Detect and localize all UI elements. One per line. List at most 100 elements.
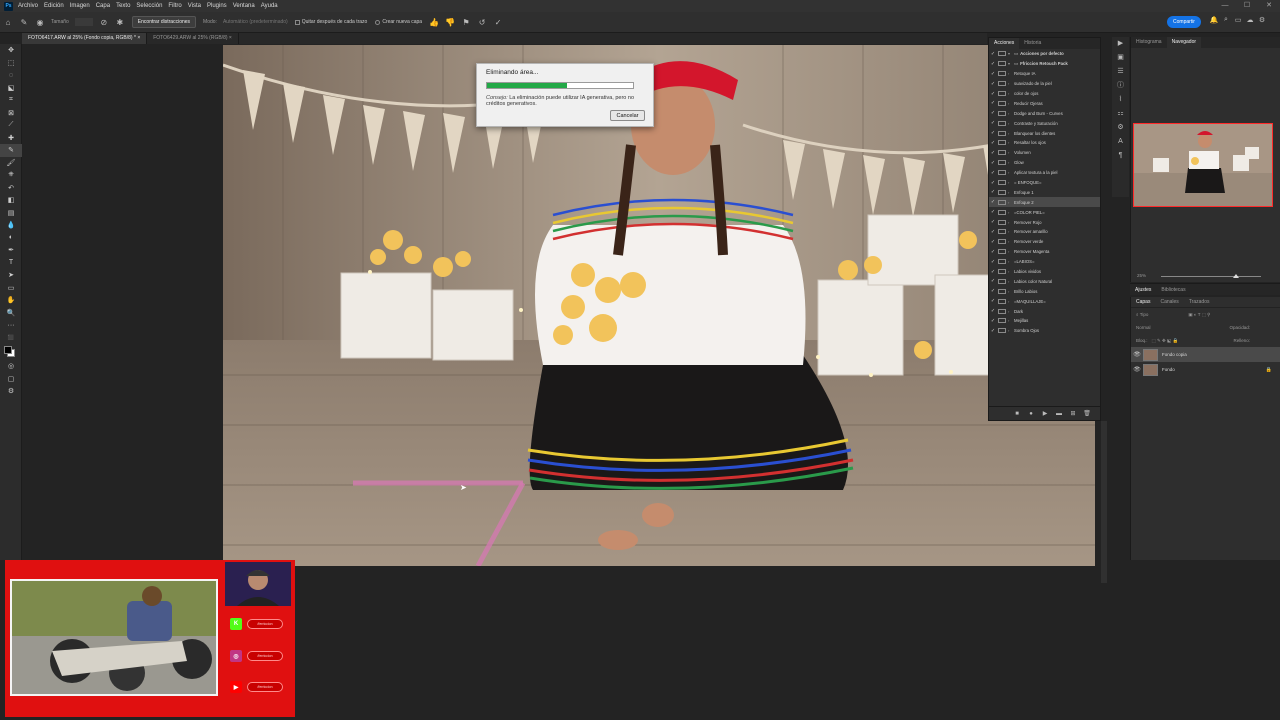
lock-icons[interactable]: ⬚ ✎ ✥ ⬕ 🔒: [1152, 338, 1179, 344]
navigator-view-frame[interactable]: [1133, 123, 1273, 207]
toggle-check-icon[interactable]: ✓: [989, 219, 997, 225]
dialog-toggle-icon[interactable]: [998, 259, 1006, 265]
flag-icon[interactable]: ⚑: [461, 17, 471, 27]
action-row[interactable]: ✓ › Remover verde: [989, 237, 1100, 247]
action-row[interactable]: ✓ › suavizado de la piel: [989, 79, 1100, 89]
social-link[interactable]: ▶ /ferriccion: [230, 679, 288, 695]
new-set-icon[interactable]: ▬: [1052, 411, 1066, 417]
action-set-row[interactable]: ✓ ▾ ▭ Ffriccion Retouch Pack: [989, 59, 1100, 69]
play-icon[interactable]: ▶: [1038, 410, 1052, 417]
tab-close-icon[interactable]: ×: [137, 35, 140, 41]
dialog-toggle-icon[interactable]: [998, 150, 1006, 156]
action-row[interactable]: ✓ › Contraste y Saturación: [989, 118, 1100, 128]
dialog-toggle-icon[interactable]: [998, 269, 1006, 275]
actions-panel-icon[interactable]: ▶: [1112, 37, 1129, 51]
dialog-toggle-icon[interactable]: [998, 120, 1006, 126]
menu-vista[interactable]: Vista: [188, 3, 201, 9]
screen-mode-icon[interactable]: ▢: [0, 373, 22, 386]
dialog-toggle-icon[interactable]: [998, 140, 1006, 146]
blur-tool-icon[interactable]: 💧: [0, 219, 22, 232]
toggle-check-icon[interactable]: ✓: [989, 328, 997, 334]
shape-tool-icon[interactable]: ▭: [0, 282, 22, 295]
minimize-icon[interactable]: —: [1214, 0, 1236, 12]
toggle-check-icon[interactable]: ✓: [989, 150, 997, 156]
sample-all-layers-icon[interactable]: ✱: [115, 17, 125, 27]
document-tab[interactable]: FOTO6429.ARW al 25% (RGB/8) ×: [147, 33, 239, 44]
toggle-check-icon[interactable]: ✓: [989, 61, 997, 67]
action-row[interactable]: ✓ › =LABIOS=: [989, 257, 1100, 267]
toggle-check-icon[interactable]: ✓: [989, 140, 997, 146]
brush-angle-icon[interactable]: ⊘: [99, 17, 109, 27]
menu-texto[interactable]: Texto: [116, 3, 130, 9]
menu-ventana[interactable]: Ventana: [233, 3, 255, 9]
dialog-toggle-icon[interactable]: [998, 81, 1006, 87]
social-link[interactable]: K/ferriccion: [230, 616, 288, 632]
navigator-zoom-slider[interactable]: [1161, 274, 1261, 278]
frame-tool-icon[interactable]: ⊠: [0, 107, 22, 120]
default-colors-icon[interactable]: ⬛: [0, 332, 22, 345]
toggle-check-icon[interactable]: ✓: [989, 51, 997, 57]
toggle-check-icon[interactable]: ✓: [989, 209, 997, 215]
action-row[interactable]: ✓ › =MAQUILLAJE=: [989, 296, 1100, 306]
toggle-check-icon[interactable]: ✓: [989, 110, 997, 116]
action-row[interactable]: ✓ › Brillo Labios: [989, 286, 1100, 296]
toggle-check-icon[interactable]: ✓: [989, 160, 997, 166]
dialog-toggle-icon[interactable]: [998, 239, 1006, 245]
dialog-toggle-icon[interactable]: [998, 308, 1006, 314]
dialog-toggle-icon[interactable]: [998, 249, 1006, 255]
move-tool-icon[interactable]: ✥: [0, 44, 22, 57]
dialog-toggle-icon[interactable]: [998, 130, 1006, 136]
dialog-toggle-icon[interactable]: [998, 91, 1006, 96]
menu-archivo[interactable]: Archivo: [18, 3, 38, 9]
action-row[interactable]: ✓ › Blanquear los dientes: [989, 128, 1100, 138]
visibility-eye-icon[interactable]: 👁: [1131, 366, 1143, 373]
action-row[interactable]: ✓ › Enfoque 1: [989, 187, 1100, 197]
tab-capas[interactable]: Capas: [1131, 297, 1155, 307]
path-select-tool-icon[interactable]: ➤: [0, 269, 22, 282]
dialog-toggle-icon[interactable]: [998, 278, 1006, 284]
layers-comp-icon[interactable]: ⚙: [1112, 121, 1129, 135]
brush-panel-icon[interactable]: ⌇: [1112, 93, 1129, 107]
settings-icon[interactable]: ⚙: [1256, 16, 1268, 24]
dialog-toggle-icon[interactable]: [998, 71, 1006, 77]
visibility-eye-icon[interactable]: 👁: [1131, 351, 1143, 358]
type-tool-icon[interactable]: T: [0, 257, 22, 270]
info-panel-icon[interactable]: ⓘ: [1112, 79, 1129, 93]
action-row[interactable]: ✓ › Glow: [989, 158, 1100, 168]
bell-icon[interactable]: 🔔: [1208, 16, 1220, 24]
tab-close-icon[interactable]: ×: [229, 35, 232, 41]
remove-tool-icon[interactable]: ✎: [19, 17, 29, 27]
spot-healing-tool-icon[interactable]: ✚: [0, 132, 22, 145]
dialog-toggle-icon[interactable]: [998, 229, 1006, 235]
dialog-toggle-icon[interactable]: [998, 328, 1006, 334]
properties-panel-icon[interactable]: ☰: [1112, 65, 1129, 79]
toggle-check-icon[interactable]: ✓: [989, 180, 997, 186]
toggle-check-icon[interactable]: ✓: [989, 199, 997, 205]
new-layer-checkbox[interactable]: Crear nueva capa: [375, 19, 422, 25]
action-row[interactable]: ✓ › Retoque IA: [989, 69, 1100, 79]
action-row[interactable]: ✓ › Aplicar textura a la piel: [989, 168, 1100, 178]
action-row[interactable]: ✓ › Remover Rojo: [989, 217, 1100, 227]
action-row[interactable]: ✓ › Labios vividos: [989, 267, 1100, 277]
dialog-toggle-icon[interactable]: [998, 318, 1006, 324]
mode-select[interactable]: Automático (predeterminado): [223, 19, 288, 25]
tab-ajustes[interactable]: Ajustes: [1130, 284, 1156, 295]
clone-stamp-tool-icon[interactable]: ⎈: [0, 169, 22, 182]
history-brush-tool-icon[interactable]: ↶: [0, 182, 22, 195]
thumbs-up-icon[interactable]: 👍: [429, 17, 439, 27]
dialog-toggle-icon[interactable]: [998, 189, 1006, 195]
navigator-thumbnail[interactable]: [1133, 123, 1273, 207]
share-button[interactable]: Compartir: [1167, 16, 1201, 28]
undo-icon[interactable]: ↺: [477, 17, 487, 27]
menu-edicion[interactable]: Edición: [44, 3, 64, 9]
lasso-tool-icon[interactable]: ◌: [0, 69, 22, 82]
action-row[interactable]: ✓ › Reducir Ojeras: [989, 98, 1100, 108]
social-handle[interactable]: /ferriccion: [247, 651, 283, 661]
size-field[interactable]: [74, 18, 93, 26]
action-row[interactable]: ✓ › Remover Magenta: [989, 247, 1100, 257]
history-panel-icon[interactable]: ▣: [1112, 51, 1129, 65]
action-row[interactable]: ✓ › = ENFOQUE=: [989, 178, 1100, 188]
layer-name[interactable]: Fondo: [1162, 367, 1175, 372]
menu-imagen[interactable]: Imagen: [70, 3, 90, 9]
action-row[interactable]: ✓ › Labios color Natural: [989, 276, 1100, 286]
